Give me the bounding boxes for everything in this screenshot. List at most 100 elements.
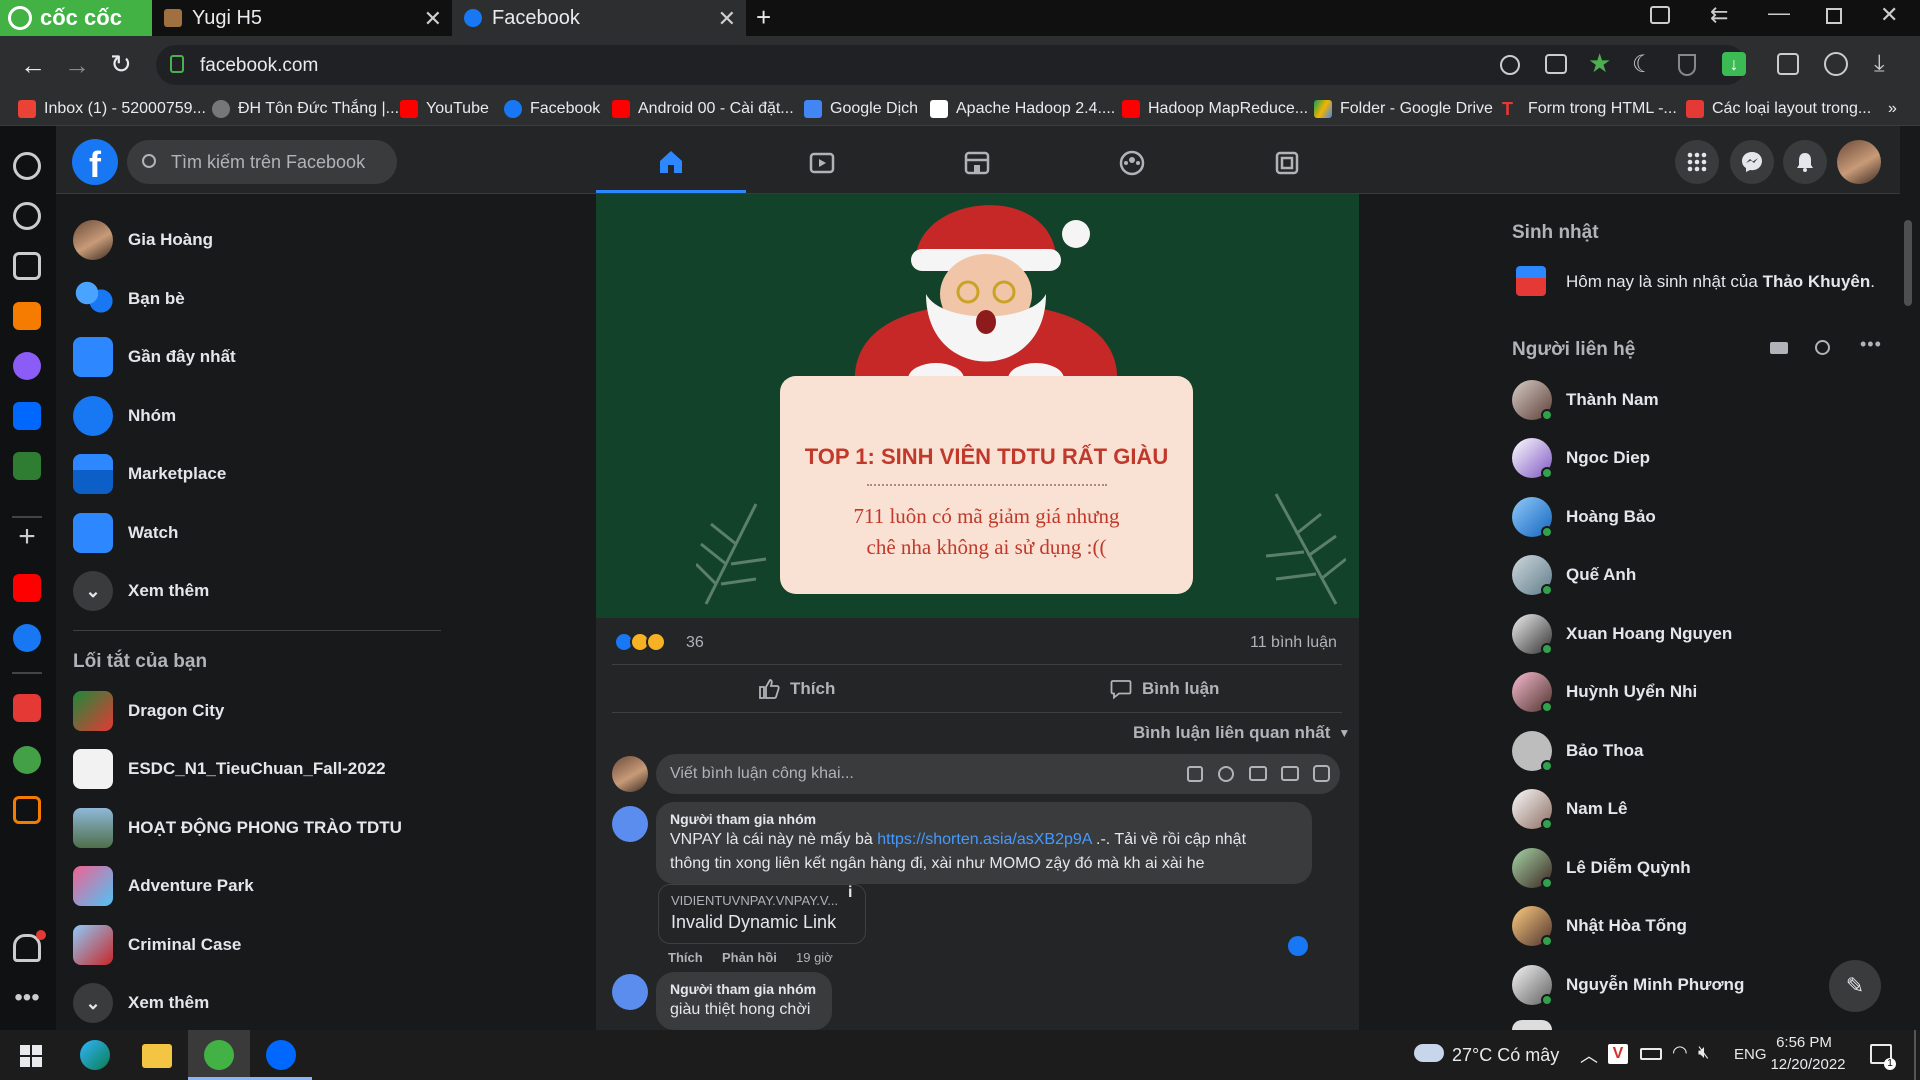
bookmark-gmail[interactable]: Inbox (1) - 52000759...: [18, 100, 206, 118]
zalo-icon[interactable]: [13, 402, 41, 430]
more-icon[interactable]: •••: [13, 986, 41, 1016]
shortcut-esdc[interactable]: ESDC_N1_TieuChuan_Fall-2022: [73, 749, 386, 789]
bookmark-layouts[interactable]: Các loại layout trong...: [1686, 100, 1871, 118]
comment-author[interactable]: Người tham gia nhóm: [670, 980, 818, 998]
tab-groups[interactable]: [1057, 133, 1207, 193]
menu-friends[interactable]: Bạn bè: [73, 279, 185, 319]
menu-most-recent[interactable]: Gần đây nhất: [73, 337, 236, 377]
messenger-icon[interactable]: [13, 352, 41, 380]
search-contacts-icon[interactable]: [1815, 340, 1830, 355]
contact-item[interactable]: Ngoc Diep: [1512, 438, 1650, 479]
restore-icon[interactable]: [1826, 8, 1842, 24]
contact-item[interactable]: Bảo Thoa: [1512, 731, 1643, 772]
close-tab-icon[interactable]: ✕: [424, 6, 442, 32]
notifications-button[interactable]: [1783, 140, 1827, 184]
comment-reply-link[interactable]: Phản hồi: [722, 950, 777, 965]
profile-avatar[interactable]: [1837, 140, 1881, 184]
tab-home[interactable]: [596, 133, 746, 193]
comment-count[interactable]: 11 bình luận: [1250, 634, 1337, 652]
football-icon[interactable]: [13, 746, 41, 774]
contacts-options-icon[interactable]: •••: [1860, 334, 1882, 355]
extensions-icon[interactable]: [1777, 53, 1799, 75]
youtube-panel-icon[interactable]: [13, 574, 41, 602]
bookmark-hadoop[interactable]: Apache Hadoop 2.4....: [930, 100, 1115, 118]
shortcuts-see-more[interactable]: ⌄ Xem thêm: [73, 983, 209, 1023]
bookmark-android[interactable]: Android 00 - Cài đặt...: [612, 100, 794, 118]
sticker-icon[interactable]: [1313, 765, 1330, 782]
post-image[interactable]: TOP 1: SINH VIÊN TDTU RẤT GIÀU 711 luôn …: [596, 194, 1359, 618]
bookmark-drive[interactable]: Folder - Google Drive: [1314, 100, 1493, 118]
settings-gear-icon[interactable]: [13, 152, 41, 180]
comment-button[interactable]: Bình luận: [1110, 678, 1219, 700]
comment-time[interactable]: 19 giờ: [796, 950, 833, 965]
clock-time[interactable]: 6:56 PM: [1774, 1034, 1834, 1051]
cart-icon[interactable]: [13, 796, 41, 824]
bookmark-tdtu[interactable]: ĐH Tôn Đức Thắng |...: [212, 100, 399, 118]
search-input[interactable]: Tìm kiếm trên Facebook: [127, 140, 397, 184]
crown-icon[interactable]: [13, 302, 41, 330]
facebook-panel-icon[interactable]: [13, 624, 41, 652]
comment-link[interactable]: https://shorten.asia/asXB2p9A: [877, 831, 1091, 848]
tab-facebook[interactable]: Facebook ✕: [452, 0, 746, 36]
contact-item[interactable]: Nguyễn Minh Phương: [1512, 965, 1744, 1006]
gamepad-icon[interactable]: [13, 452, 41, 480]
profile-link[interactable]: Gia Hoàng: [73, 220, 213, 260]
comment-like-link[interactable]: Thích: [668, 950, 703, 965]
menu-see-more[interactable]: ⌄ Xem thêm: [73, 571, 209, 611]
back-icon[interactable]: ←: [20, 50, 46, 81]
new-tab-button[interactable]: +: [756, 2, 771, 33]
wifi-icon[interactable]: ◠: [1672, 1042, 1688, 1063]
bookmark-mapreduce[interactable]: Hadoop MapReduce...: [1122, 100, 1308, 118]
close-tab-icon[interactable]: ✕: [718, 6, 736, 32]
link-preview-card[interactable]: VIDIENTUVNPAY.VNPAY.V... Invalid Dynamic…: [658, 884, 866, 944]
zoom-out-icon[interactable]: [1500, 55, 1520, 75]
profile-icon[interactable]: [1824, 52, 1848, 76]
downloads-icon[interactable]: ⤓: [1874, 50, 1885, 78]
windows-start-icon[interactable]: [20, 1045, 42, 1067]
dark-mode-icon[interactable]: ☾: [1632, 50, 1654, 79]
camera-icon[interactable]: [1249, 766, 1267, 781]
contact-item[interactable]: Nam Lê: [1512, 789, 1627, 830]
info-icon[interactable]: i: [848, 884, 852, 902]
download-extension-icon[interactable]: ↓: [1722, 52, 1746, 76]
bookmark-youtube[interactable]: YouTube: [400, 100, 489, 118]
reaction-count[interactable]: 36: [686, 634, 704, 652]
shortcut-dragon-city[interactable]: Dragon City: [73, 691, 224, 731]
forward-icon[interactable]: →: [64, 50, 90, 81]
contact-item[interactable]: Hoàng Bảo: [1512, 497, 1656, 538]
tray-chevron-up-icon[interactable]: ︿: [1580, 1042, 1598, 1068]
reload-icon[interactable]: ↻: [110, 49, 132, 80]
bookmark-facebook[interactable]: Facebook: [504, 100, 600, 118]
birthday-name[interactable]: Thảo Khuyên: [1763, 272, 1871, 291]
contact-item[interactable]: Lê Diễm Quỳnh: [1512, 848, 1691, 889]
tab-gaming[interactable]: [1212, 133, 1362, 193]
write-comment-input[interactable]: Viết bình luận công khai...: [656, 754, 1340, 794]
comment-like-badge-icon[interactable]: [1288, 936, 1308, 956]
shortcut-adventure-park[interactable]: Adventure Park: [73, 866, 254, 906]
new-message-button[interactable]: ✎: [1829, 960, 1881, 1012]
clock-date[interactable]: 12/20/2022: [1768, 1056, 1848, 1073]
battery-icon[interactable]: [1640, 1048, 1662, 1060]
commenter-avatar[interactable]: [612, 756, 648, 792]
browser-brand[interactable]: cốc cốc: [0, 0, 152, 36]
menu-watch[interactable]: Watch: [73, 513, 178, 553]
contact-item[interactable]: Nhật Hòa Tống: [1512, 906, 1687, 947]
birthday-text[interactable]: Hôm nay là sinh nhật của Thảo Khuyên.: [1566, 272, 1875, 292]
tab-yugi[interactable]: Yugi H5 ✕: [152, 0, 452, 36]
add-panel-icon[interactable]: +: [13, 522, 41, 552]
unikey-icon[interactable]: V: [1608, 1044, 1628, 1064]
reading-list-icon[interactable]: [13, 252, 41, 280]
shortcut-criminal-case[interactable]: Criminal Case: [73, 925, 241, 965]
language-indicator[interactable]: ENG: [1734, 1046, 1767, 1063]
avatar-sticker-icon[interactable]: [1187, 766, 1203, 782]
contact-item[interactable]: Quế Anh: [1512, 555, 1636, 596]
shortcut-hoat-dong[interactable]: HOẠT ĐỘNG PHONG TRÀO TDTU: [73, 808, 402, 848]
minimize-icon[interactable]: —: [1768, 0, 1790, 26]
gif-icon[interactable]: [1281, 766, 1299, 781]
comment-sort-dropdown[interactable]: Bình luận liên quan nhất ▼: [1133, 723, 1350, 743]
menu-button[interactable]: [1675, 140, 1719, 184]
bookmark-star-icon[interactable]: ★: [1588, 48, 1611, 79]
reaction-icons[interactable]: [614, 632, 666, 652]
like-button[interactable]: Thích: [758, 678, 835, 700]
tab-watch[interactable]: [747, 133, 897, 193]
